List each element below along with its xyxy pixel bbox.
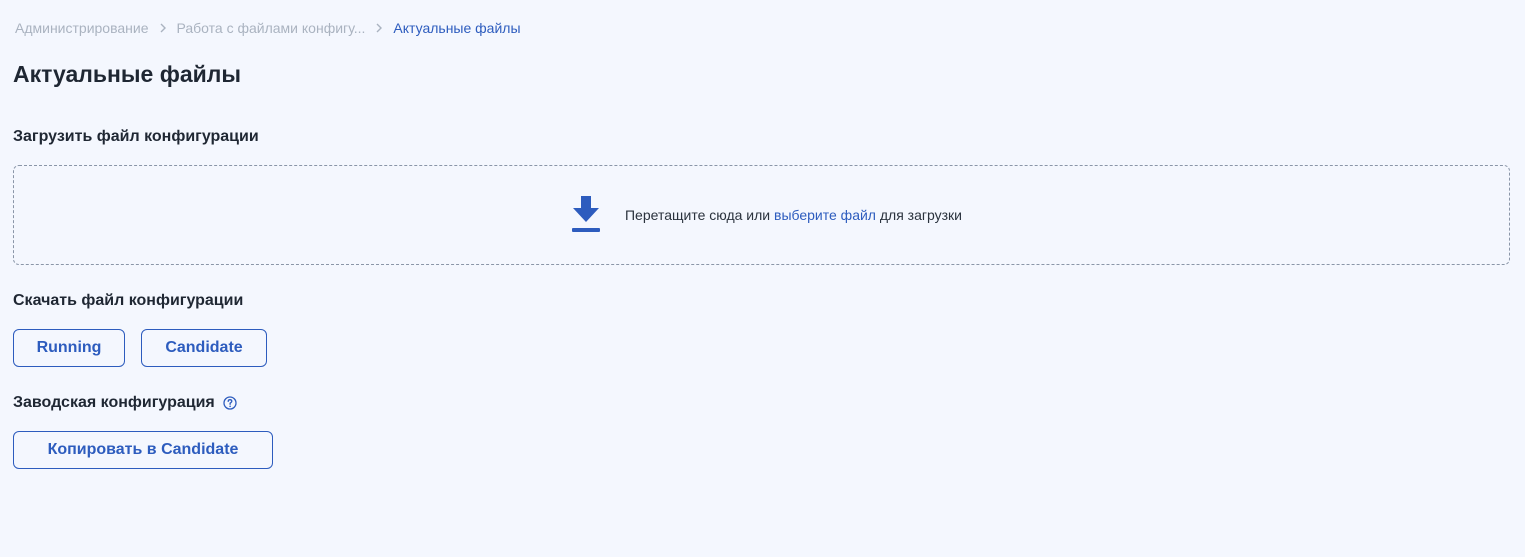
factory-section-label: Заводская конфигурация [13,394,215,411]
dropzone-content: Перетащите сюда или выберите файл для за… [571,196,962,234]
upload-section-label: Загрузить файл конфигурации [13,128,259,145]
factory-section: Заводская конфигурация [13,394,237,412]
dropzone-text-before: Перетащите сюда или [624,207,774,223]
download-icon [571,196,601,234]
file-dropzone[interactable]: Перетащите сюда или выберите файл для за… [13,165,1510,265]
running-button[interactable]: Running [13,329,125,367]
question-circle-icon[interactable] [223,396,237,410]
breadcrumb: Администрирование Работа с файлами конфи… [15,20,521,36]
dropzone-text: Перетащите сюда или выберите файл для за… [625,207,962,223]
chevron-right-icon [375,23,383,33]
breadcrumb-item-administration[interactable]: Администрирование [15,20,149,36]
choose-file-link[interactable]: выберите файл [774,207,876,223]
download-section-label: Скачать файл конфигурации [13,292,244,309]
breadcrumb-item-config-files[interactable]: Работа с файлами конфигу... [177,20,366,36]
candidate-button[interactable]: Candidate [141,329,267,367]
breadcrumb-item-current: Актуальные файлы [393,20,521,36]
chevron-right-icon [159,23,167,33]
page-title: Актуальные файлы [13,61,242,87]
copy-to-candidate-button[interactable]: Копировать в Candidate [13,431,273,469]
dropzone-text-after: для загрузки [875,207,962,223]
